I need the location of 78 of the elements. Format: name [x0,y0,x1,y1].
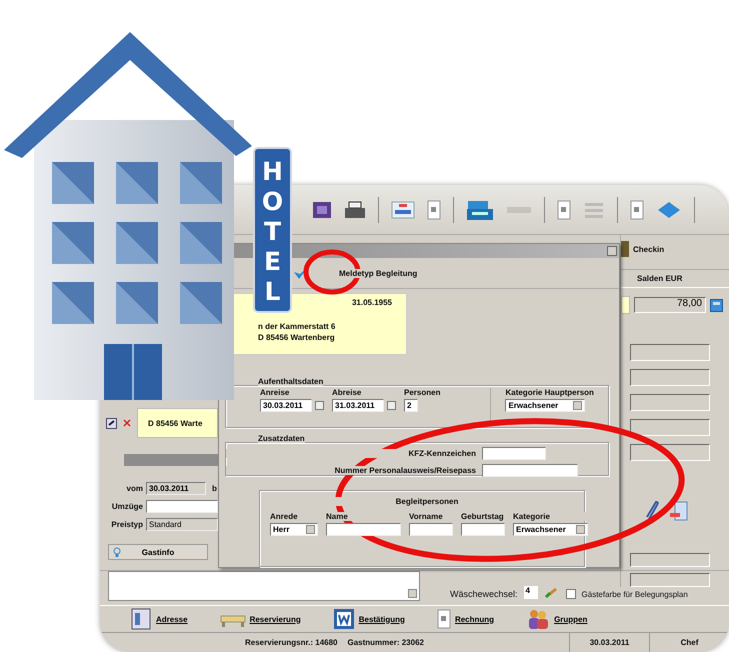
price-type-label: Preistyp [110,520,144,529]
guest-color-label: Gästefarbe für Belegungsplan [582,590,688,599]
empty-field[interactable] [630,553,710,567]
word-document-icon [332,608,355,630]
column-label: Kategorie [513,512,588,521]
from-label: vom [126,484,144,493]
groups-button[interactable]: Gruppen [526,608,588,630]
linen-change-field[interactable]: 4 [524,586,538,599]
linen-change-label: Wäschewechsel: [450,589,518,599]
birth-date: 31.05.1955 [352,298,392,308]
group-title: Aufenthaltsdaten [258,376,324,386]
column-label: Geburtstag [461,512,505,521]
text-field[interactable] [482,464,578,477]
field-label: Kategorie Hauptperson [505,388,594,397]
calendar-icon[interactable] [315,400,324,410]
grid-icon[interactable] [312,200,332,218]
empty-field[interactable] [630,444,710,461]
balance-header: Salden EUR [621,269,729,288]
empty-field[interactable] [630,344,710,361]
user-name: Chef [680,638,698,647]
persons-field[interactable]: 2 [404,398,418,412]
page-icon [436,609,451,629]
balance-field: 78,00 [634,297,706,313]
diamond-icon[interactable] [656,200,682,220]
people-icon [526,608,550,630]
export-icon[interactable] [669,501,689,523]
page-icon[interactable] [630,200,644,220]
text-field[interactable] [482,447,546,460]
register-icon[interactable] [466,198,494,220]
page-icon[interactable] [557,200,571,220]
page-icon[interactable] [427,200,441,220]
date-field[interactable]: 31.03.2011 [332,398,384,412]
document-icon[interactable] [391,200,415,220]
edit-icon[interactable] [106,418,117,428]
address-line: n der Kammerstatt 6 [258,322,336,332]
guest-color-checkbox[interactable] [566,589,576,599]
guest-info-textarea[interactable] [108,571,420,601]
moves-label: Umzüge [110,502,144,511]
address-book-icon [130,608,152,630]
empty-field[interactable] [630,394,710,411]
empty-field[interactable] [630,419,710,436]
marker-strip [621,296,630,314]
select-field[interactable]: Erwachsener [513,523,588,536]
status-date: 30.03.2011 [590,638,630,647]
text-field[interactable] [409,523,453,536]
address-button[interactable]: Adresse [130,608,188,630]
select-field[interactable]: Erwachsener [505,398,586,412]
calendar-icon[interactable] [387,400,396,410]
field-label: Nummer Personalausweis/Reisepass [226,466,476,475]
date-field[interactable]: 30.03.2011 [260,398,312,412]
confirmation-button[interactable]: Bestätigung [332,608,405,630]
address-line: D 85456 Warte [148,418,202,428]
printer-icon[interactable] [344,200,366,218]
moves-field[interactable] [146,500,218,513]
guest-number: Gastnummer: 23062 [348,638,424,647]
to-label: b [212,484,217,493]
delete-icon[interactable] [123,419,131,427]
pencil-icon[interactable] [544,587,560,599]
from-date-field[interactable]: 30.03.2011 [146,482,206,495]
field-label: Personen [404,388,440,397]
empty-field[interactable] [630,573,710,587]
select-field[interactable]: Herr [270,523,318,536]
reservation-number: Reservierungsnr.: 14680 [245,638,338,647]
text-field[interactable] [461,523,505,536]
group-title: Zusatzdaten [258,434,305,443]
field-label: KFZ-Kennzeichen [226,449,476,458]
empty-field[interactable] [630,369,710,386]
reservation-button[interactable]: Reservierung [220,610,301,628]
hotel-sign: HOTEL [253,147,292,313]
address-line: D 85456 Wartenberg [258,333,336,342]
price-type-field[interactable]: Standard [146,518,218,531]
guest-info-tab[interactable]: Gastinfo [108,544,208,560]
invoice-button[interactable]: Rechnung [436,609,494,629]
dialog-heading: Meldetyp Begleitung [339,268,418,278]
text-field[interactable] [326,523,401,536]
close-button[interactable] [607,246,617,256]
bulb-icon [113,547,121,558]
checkin-label: Checkin [633,244,664,254]
